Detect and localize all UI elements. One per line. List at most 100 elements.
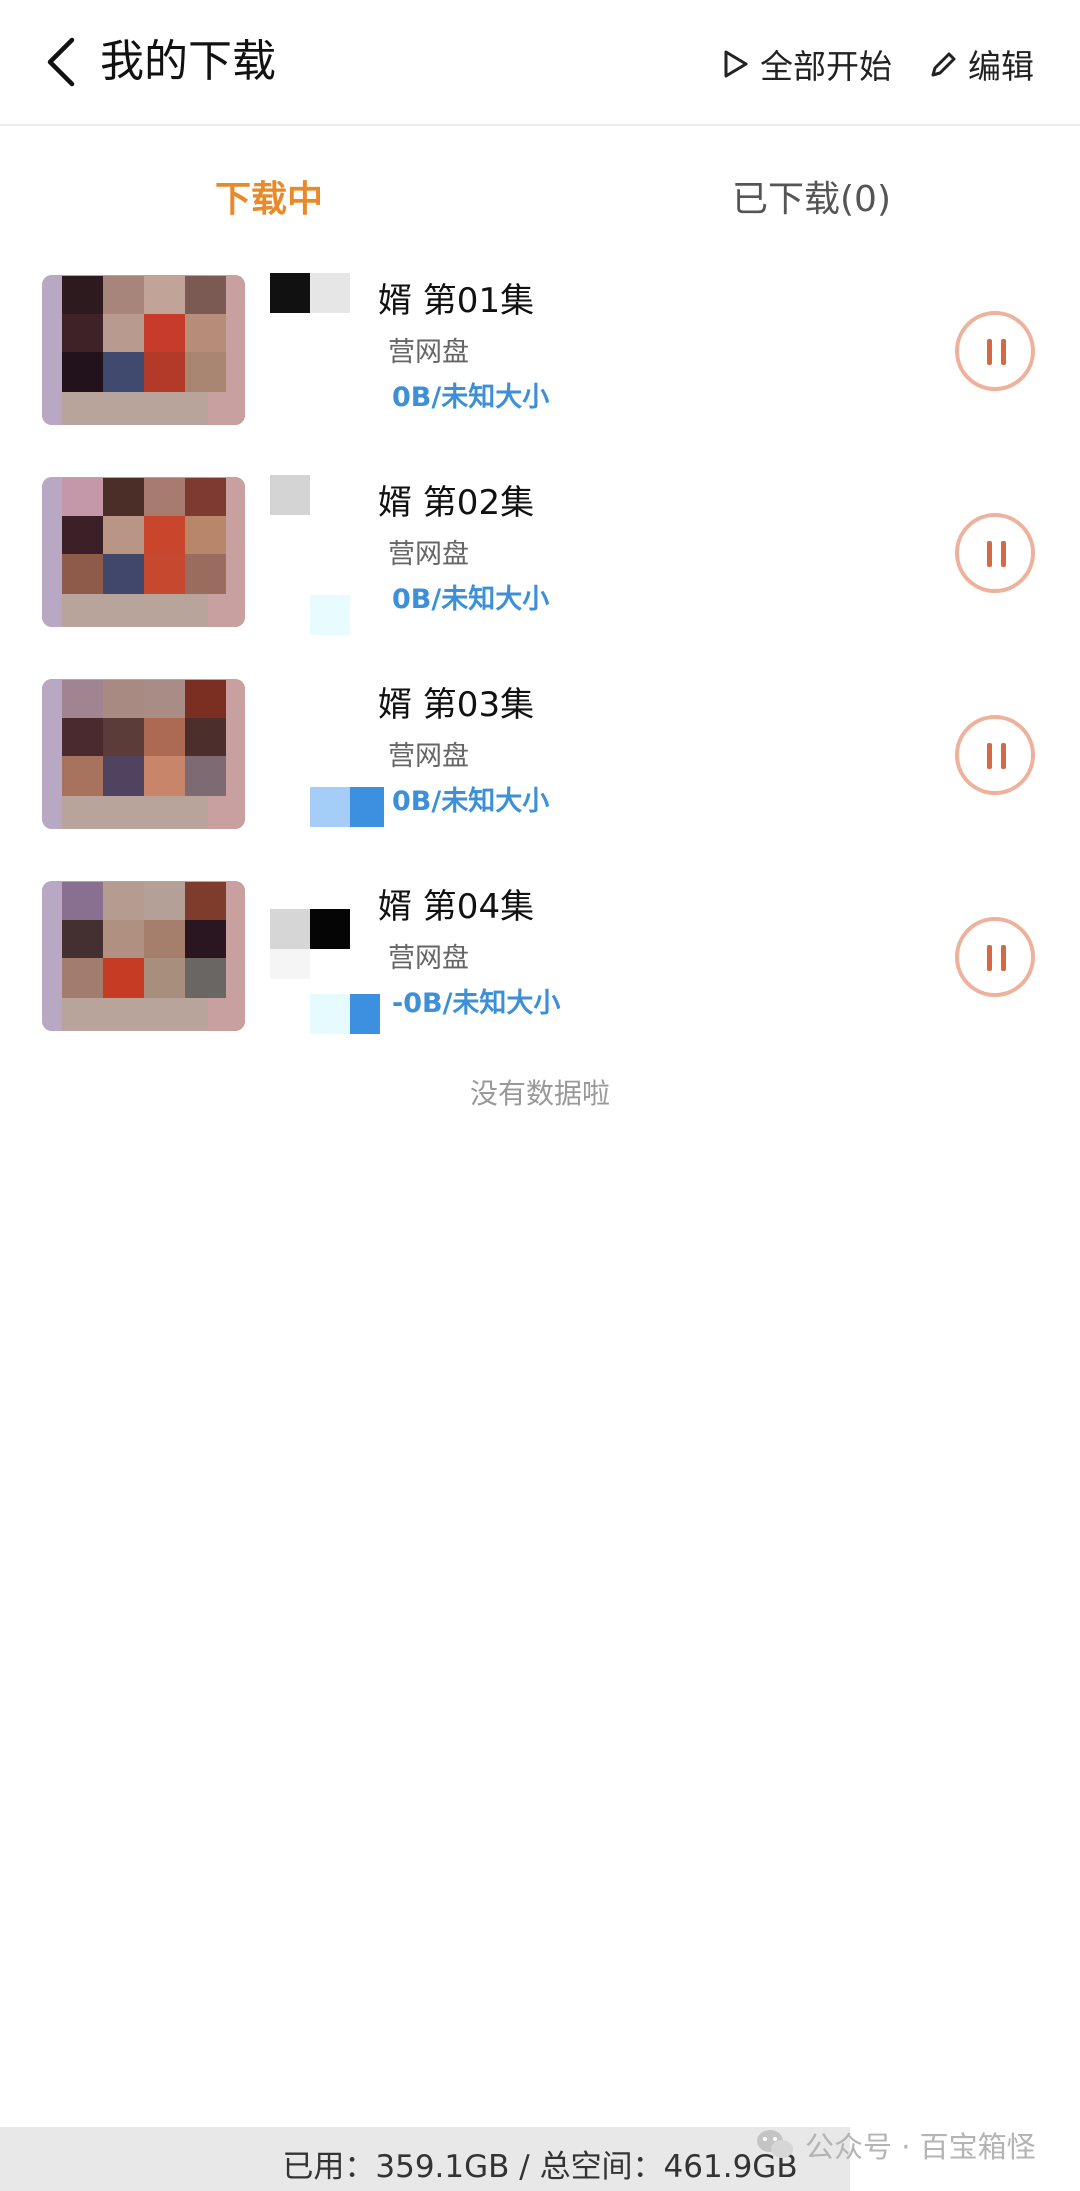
redaction-pixel (270, 475, 310, 515)
pixelated-cell (144, 276, 185, 314)
pixelated-cell (103, 554, 144, 594)
start-all-button[interactable]: 全部开始 (720, 40, 892, 88)
thumbnail-edge (42, 477, 62, 627)
top-bar: 我的下载 全部开始 编辑 (0, 0, 1080, 126)
pixelated-cell (62, 882, 103, 920)
pause-icon (987, 541, 992, 567)
redaction-pixel (310, 994, 350, 1034)
pixelated-cell (185, 516, 226, 554)
pixelated-cell (144, 756, 185, 796)
item-source: 营网盘 (388, 539, 469, 570)
pixelated-cell (62, 352, 103, 392)
pixelated-cell (185, 958, 226, 998)
pixelated-cell (185, 314, 226, 352)
redaction-pixel (270, 909, 310, 949)
download-item[interactable]: 婿 第03集 营网盘 0B/未知大小 (0, 677, 1080, 837)
tab-downloading[interactable]: 下载中 (215, 170, 323, 230)
thumbnail-edge (42, 679, 62, 829)
item-title: 婿 第03集 (378, 685, 535, 725)
wechat-icon (757, 2130, 793, 2158)
pause-icon (987, 743, 992, 769)
pixelated-cell (144, 352, 185, 392)
pause-button[interactable] (955, 715, 1035, 795)
chevron-left-icon (47, 37, 75, 87)
pixelated-cell (144, 478, 185, 516)
pixelated-cell (185, 478, 226, 516)
pixelated-cell (144, 314, 185, 352)
tab-downloaded[interactable]: 已下载(0) (732, 170, 891, 230)
pixelated-cell (103, 276, 144, 314)
pixelated-cell (103, 756, 144, 796)
download-tabs: 下载中 已下载(0) (0, 170, 1080, 230)
pixelated-cell (185, 680, 226, 718)
redaction-pixel (350, 787, 384, 827)
pixelated-cell (103, 680, 144, 718)
item-source: 营网盘 (388, 337, 469, 368)
video-thumbnail (42, 275, 245, 425)
pixelated-cell (103, 718, 144, 756)
pixelated-cell (144, 882, 185, 920)
pause-button[interactable] (955, 513, 1035, 593)
pause-button[interactable] (955, 311, 1035, 391)
pixelated-cell (103, 352, 144, 392)
play-icon (724, 50, 748, 78)
pixelated-cell (103, 920, 144, 958)
item-source: 营网盘 (388, 741, 469, 772)
pixelated-cell (185, 276, 226, 314)
pixelated-cell (144, 680, 185, 718)
pixelated-cell (103, 478, 144, 516)
pixelated-cell (62, 314, 103, 352)
edit-button[interactable]: 编辑 (928, 40, 1034, 88)
item-progress: 0B/未知大小 (392, 584, 550, 615)
item-progress: 0B/未知大小 (392, 786, 550, 817)
pixelated-cell (62, 554, 103, 594)
watermark-text: 公众号 · 百宝箱怪 (805, 2130, 1036, 2164)
pixelated-cell (62, 478, 103, 516)
pause-icon (987, 339, 992, 365)
pixelated-cell (103, 314, 144, 352)
pixelated-cell (62, 276, 103, 314)
pixelated-cell (185, 920, 226, 958)
redaction-pixel (310, 909, 350, 949)
item-source: 营网盘 (388, 943, 469, 974)
pixelated-cell (62, 958, 103, 998)
pixelated-cell (185, 718, 226, 756)
pixelated-cell (144, 718, 185, 756)
item-title: 婿 第02集 (378, 483, 535, 523)
pixelated-cell (62, 920, 103, 958)
page-title: 我的下载 (100, 36, 276, 87)
pause-button[interactable] (955, 917, 1035, 997)
video-thumbnail (42, 477, 245, 627)
thumbnail-edge (42, 275, 62, 425)
download-item[interactable]: 婿 第04集 营网盘 -0B/未知大小 (0, 879, 1080, 1039)
download-item[interactable]: 婿 第02集 营网盘 0B/未知大小 (0, 475, 1080, 635)
pixelated-cell (62, 516, 103, 554)
video-thumbnail (42, 881, 245, 1031)
item-title: 婿 第01集 (378, 281, 535, 321)
item-title: 婿 第04集 (378, 887, 535, 927)
redaction-pixel (310, 273, 350, 313)
pixelated-cell (144, 958, 185, 998)
pixelated-cell (144, 920, 185, 958)
pixelated-cell (62, 756, 103, 796)
start-all-label: 全部开始 (760, 47, 892, 86)
pixelated-cell (185, 756, 226, 796)
pixelated-cell (185, 352, 226, 392)
pixelated-cell (103, 516, 144, 554)
redaction-pixel (270, 949, 310, 979)
watermark: 公众号 · 百宝箱怪 (755, 2125, 1036, 2165)
download-item[interactable]: 婿 第01集 营网盘 0B/未知大小 (0, 273, 1080, 433)
redaction-pixel (310, 787, 350, 827)
pixelated-cell (185, 554, 226, 594)
empty-hint: 没有数据啦 (469, 1077, 610, 1110)
pixelated-cell (103, 958, 144, 998)
item-progress: -0B/未知大小 (392, 988, 561, 1019)
pencil-icon (931, 52, 956, 77)
pixelated-cell (62, 718, 103, 756)
pixelated-cell (103, 882, 144, 920)
back-button[interactable] (42, 34, 82, 90)
pixelated-cell (144, 516, 185, 554)
pause-icon (987, 945, 992, 971)
edit-label: 编辑 (968, 47, 1034, 86)
pixelated-cell (144, 554, 185, 594)
